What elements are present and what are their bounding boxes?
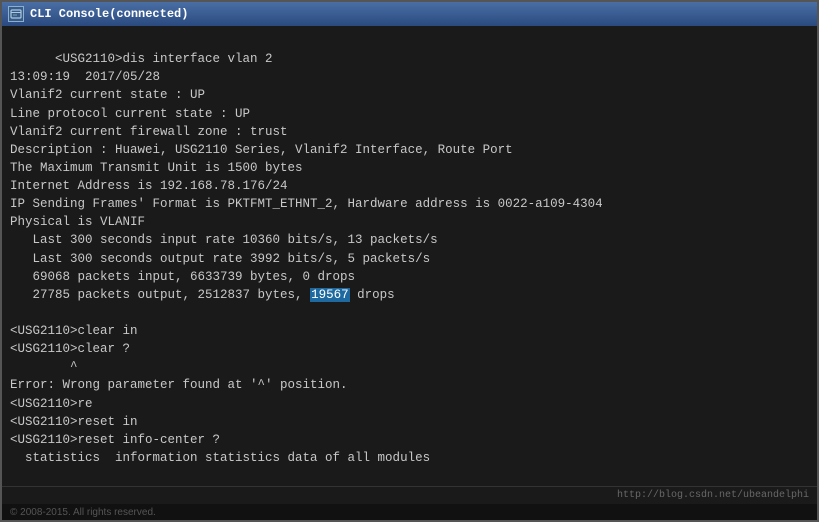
copyright-bar: © 2008-2015. All rights reserved. bbox=[2, 504, 817, 520]
line-1: <USG2110>dis interface vlan 2 13:09:19 2… bbox=[10, 52, 603, 486]
window-icon bbox=[8, 6, 24, 22]
window-title: CLI Console(connected) bbox=[30, 7, 811, 21]
console-body[interactable]: <USG2110>dis interface vlan 2 13:09:19 2… bbox=[2, 26, 817, 486]
title-bar: CLI Console(connected) bbox=[2, 2, 817, 26]
highlight-drops: 19567 bbox=[310, 288, 350, 302]
copyright-text: © 2008-2015. All rights reserved. bbox=[10, 507, 156, 518]
footer-url: http://blog.csdn.net/ubeandelphi bbox=[617, 490, 809, 501]
cli-console-window: CLI Console(connected) <USG2110>dis inte… bbox=[0, 0, 819, 522]
footer-bar: http://blog.csdn.net/ubeandelphi bbox=[2, 486, 817, 504]
console-output: <USG2110>dis interface vlan 2 13:09:19 2… bbox=[10, 32, 809, 486]
